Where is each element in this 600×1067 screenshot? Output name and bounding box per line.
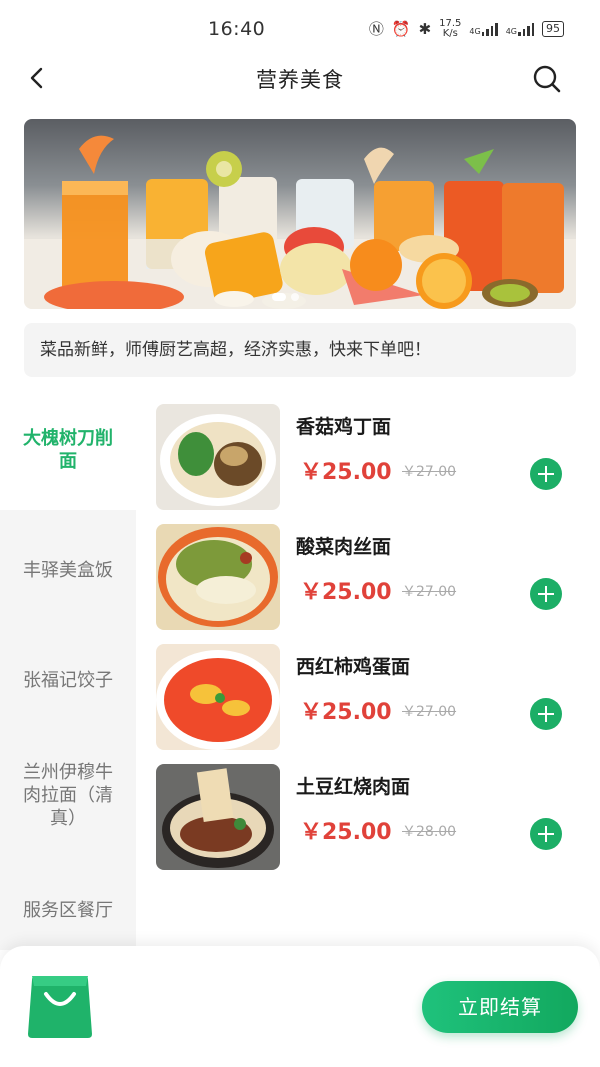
add-to-cart-button[interactable]	[530, 458, 562, 490]
battery-level: 95	[546, 21, 560, 35]
product-name: 酸菜肉丝面	[296, 536, 392, 558]
status-bar: 16:40 Ⓝ ⏰ ✱ 17.5 K/s 4G 4G 95	[0, 0, 600, 58]
nfc-icon: Ⓝ	[368, 20, 384, 38]
network-type-1: 4G	[469, 26, 481, 36]
checkout-button[interactable]: 立即结算	[422, 981, 578, 1033]
product-original-price: ￥28.00	[402, 824, 457, 840]
battery-icon: 95	[542, 20, 564, 37]
bluetooth-icon: ✱	[418, 19, 432, 38]
bottom-cart-bar: 立即结算	[0, 946, 600, 1067]
add-to-cart-button[interactable]	[530, 578, 562, 610]
signal-icon	[518, 22, 534, 36]
network-speed: 17.5 K/s	[439, 18, 461, 39]
search-icon[interactable]	[532, 64, 562, 94]
noodle-thumbnail	[156, 404, 280, 510]
product-price: ￥25.00	[300, 580, 392, 605]
noodle-thumbnail	[156, 764, 280, 870]
product-price: ￥25.00	[300, 820, 392, 845]
juice-banner-image	[24, 135, 576, 309]
category-label: 兰州伊穆牛肉拉面（清真）	[23, 761, 113, 829]
shopping-bag-icon[interactable]	[26, 974, 94, 1040]
category-item-active[interactable]: 大槐树刀削面	[0, 390, 136, 510]
network-speed-unit: K/s	[442, 27, 458, 39]
category-label: 丰驿美盒饭	[23, 559, 113, 581]
signal-1: 4G	[469, 22, 498, 36]
shop-notice: 菜品新鲜，师傅厨艺高超，经济实惠，快来下单吧！	[24, 323, 576, 377]
page-title: 营养美食	[256, 68, 344, 92]
product-original-price: ￥27.00	[402, 704, 457, 720]
product-name: 土豆红烧肉面	[296, 776, 411, 798]
status-time: 16:40	[208, 18, 266, 40]
category-item[interactable]: 张福记饺子	[0, 620, 136, 740]
signal-2: 4G	[506, 22, 534, 36]
pager-dot-active	[272, 293, 286, 301]
category-label: 大槐树刀削面	[23, 428, 113, 472]
noodle-thumbnail	[156, 524, 280, 630]
category-label: 张福记饺子	[23, 669, 113, 691]
add-to-cart-button[interactable]	[530, 698, 562, 730]
noodle-thumbnail	[156, 644, 280, 750]
product-original-price: ￥27.00	[402, 464, 457, 480]
product-price: ￥25.00	[300, 460, 392, 485]
signal-icon	[481, 22, 498, 36]
banner-pager	[272, 293, 299, 301]
alarm-icon: ⏰	[391, 19, 411, 38]
product-item[interactable]: 香菇鸡丁面 ￥25.00 ￥27.00	[156, 404, 576, 510]
status-icons: Ⓝ ⏰ ✱ 17.5 K/s 4G 4G 95	[369, 18, 564, 39]
product-original-price: ￥27.00	[402, 584, 457, 600]
product-item[interactable]: 西红柿鸡蛋面 ￥25.00 ￥27.00	[156, 644, 576, 750]
network-type-2: 4G	[505, 26, 517, 36]
pager-dot	[291, 293, 299, 301]
promo-banner[interactable]	[24, 119, 576, 309]
category-sidebar: 大槐树刀削面 丰驿美盒饭 张福记饺子 兰州伊穆牛肉拉面（清真） 服务区餐厅	[0, 390, 136, 950]
product-name: 香菇鸡丁面	[296, 416, 392, 438]
category-item[interactable]: 兰州伊穆牛肉拉面（清真）	[0, 735, 136, 855]
product-item[interactable]: 土豆红烧肉面 ￥25.00 ￥28.00	[156, 764, 576, 870]
add-to-cart-button[interactable]	[530, 818, 562, 850]
category-label: 服务区餐厅	[23, 899, 113, 921]
product-item[interactable]: 酸菜肉丝面 ￥25.00 ￥27.00	[156, 524, 576, 630]
product-name: 西红柿鸡蛋面	[296, 656, 411, 678]
app-header: 营养美食	[0, 58, 600, 98]
product-price: ￥25.00	[300, 700, 392, 725]
category-item[interactable]: 丰驿美盒饭	[0, 510, 136, 630]
